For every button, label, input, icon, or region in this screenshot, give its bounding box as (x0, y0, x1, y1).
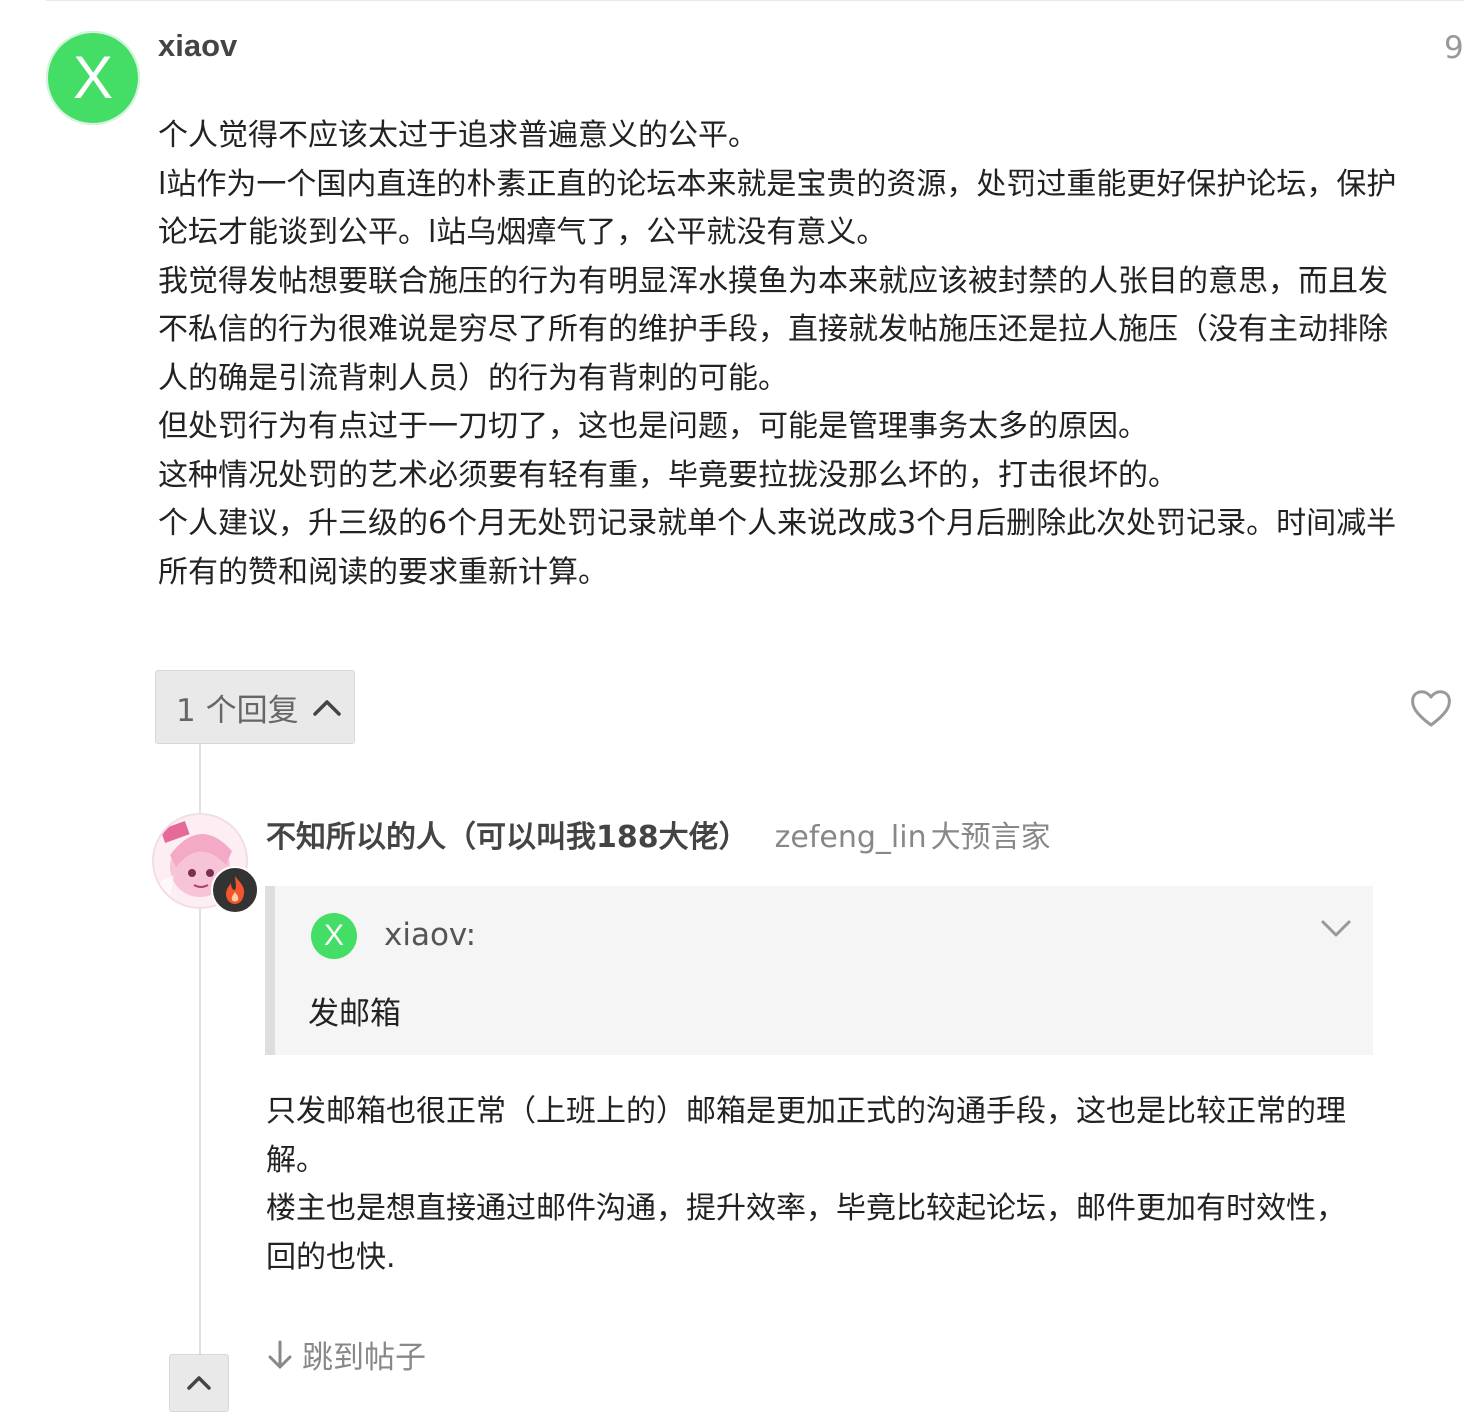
post-paragraph: 论坛才能谈到公平。l站乌烟瘴气了，公平就没有意义。 (158, 215, 887, 250)
replies-count-label: 1 个回复 (176, 692, 299, 729)
jump-to-post-link[interactable]: 跳到帖子 (266, 1332, 426, 1377)
expand-quote-button[interactable] (1319, 916, 1353, 940)
reply-author-title: 大预言家 (930, 820, 1051, 855)
reply-author-username[interactable]: zefeng_lin (775, 820, 927, 855)
quote-text: 发邮箱 (308, 996, 401, 1032)
reply-paragraph: 只发邮箱也很正常（上班上的）邮箱是更加正式的沟通手段，这也是比较正常的理解。 (266, 1094, 1346, 1178)
post-paragraph: l站作为一个国内直连的朴素正直的论坛本来就是宝贵的资源，处罚过重能更好保护论坛，… (158, 166, 1397, 202)
quote-block: X xiaov: 发邮箱 (265, 886, 1373, 1055)
author-avatar[interactable]: X (46, 31, 140, 125)
chevron-down-icon (1321, 920, 1351, 937)
chevron-up-icon (187, 1376, 211, 1390)
post-body: 个人觉得不应该太过于追求普遍意义的公平。 l站作为一个国内直连的朴素正直的论坛本… (158, 112, 1464, 597)
reply-body: 只发邮箱也很正常（上班上的）邮箱是更加正式的沟通手段，这也是比较正常的理解。 楼… (266, 1088, 1366, 1282)
heart-icon (1411, 690, 1451, 727)
reply-header: 不知所以的人（可以叫我188大佬） zefeng_lin 大预言家 (266, 812, 1051, 856)
quote-avatar[interactable]: X (311, 913, 357, 959)
quote-username: xiaov: (384, 917, 477, 953)
chevron-up-icon (307, 692, 347, 722)
top-divider (46, 0, 1464, 1)
post-paragraph: 我觉得发帖想要联合施压的行为有明显浑水摸鱼为本来就应该被封禁的人张目的意思，而且… (158, 263, 1388, 299)
post-paragraph: 人的确是引流背刺人员）的行为有背刺的可能。 (158, 360, 788, 396)
post-paragraph: 个人建议，升三级的6个月无处罚记录就单个人来说改成3个月后删除此次处罚记录。时间… (158, 506, 1397, 541)
like-button[interactable] (1408, 686, 1454, 730)
show-replies-button[interactable]: 1 个回复 (155, 670, 355, 744)
jump-to-post-label: 跳到帖子 (302, 1340, 426, 1376)
reply-author-name[interactable]: 不知所以的人（可以叫我188大佬） (266, 820, 749, 855)
post-paragraph: 这种情况处罚的艺术必须要有轻有重，毕竟要拉拢没那么坏的，打击很坏的。 (158, 457, 1178, 493)
post-paragraph: 但处罚行为有点过于一刀切了，这也是问题，可能是管理事务太多的原因。 (158, 409, 1148, 444)
post-paragraph: 所有的赞和阅读的要求重新计算。 (158, 554, 608, 590)
post-paragraph: 个人觉得不应该太过于追求普遍意义的公平。 (158, 118, 758, 153)
flair-badge (211, 866, 259, 914)
fire-icon (226, 876, 245, 904)
reply-paragraph: 楼主也是想直接通过邮件沟通，提升效率，毕竟比较起论坛，邮件更加有时效性，回的也快… (266, 1191, 1346, 1275)
collapse-replies-button[interactable] (169, 1354, 229, 1412)
post-paragraph: 不私信的行为很难说是穷尽了所有的维护手段，直接就发帖施压还是拉人施压（没有主动排… (158, 312, 1388, 347)
author-username[interactable]: xiaov (158, 28, 237, 64)
arrow-down-icon (268, 1340, 292, 1368)
post-date[interactable]: 9 (1444, 30, 1464, 66)
